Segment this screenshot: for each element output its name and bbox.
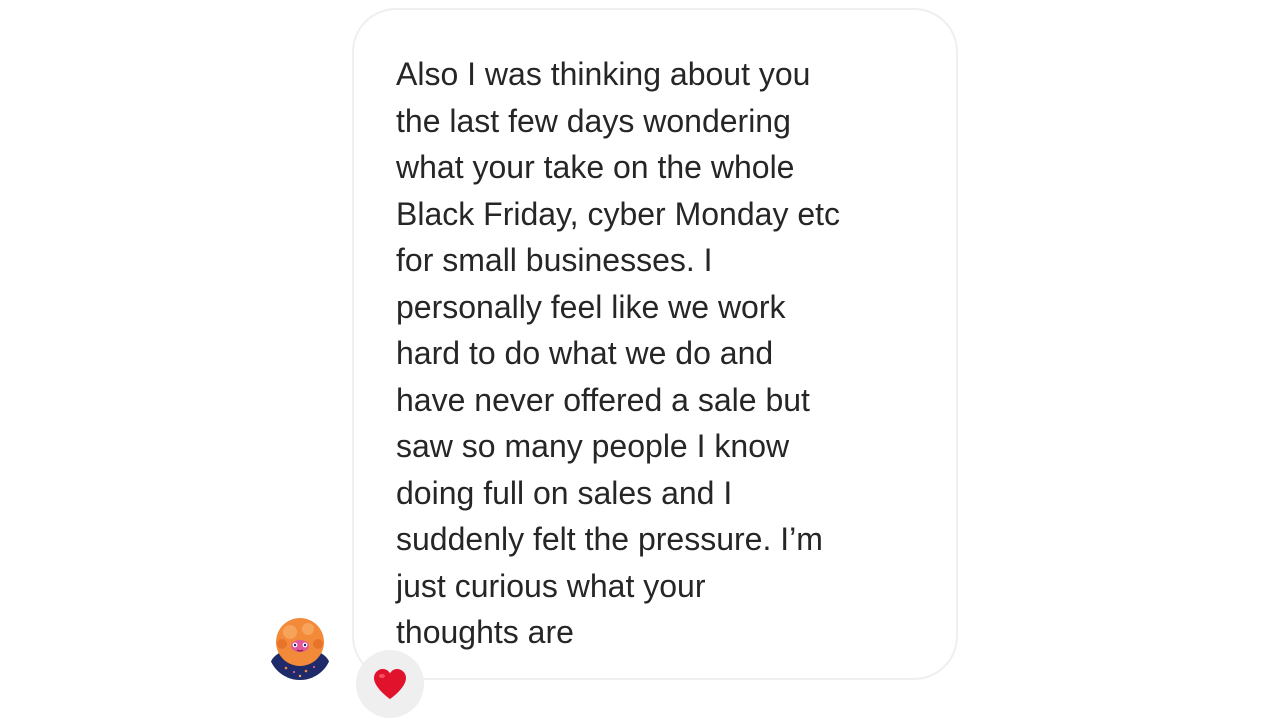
reaction-badge[interactable] bbox=[356, 650, 424, 718]
message-bubble[interactable]: Also I was thinking about you the last f… bbox=[352, 8, 958, 680]
message-text: Also I was thinking about you the last f… bbox=[396, 56, 841, 650]
chat-thread: Also I was thinking about you the last f… bbox=[0, 0, 1280, 720]
heart-icon bbox=[374, 669, 406, 699]
avatar-icon bbox=[268, 616, 332, 680]
sender-avatar[interactable] bbox=[268, 616, 332, 680]
